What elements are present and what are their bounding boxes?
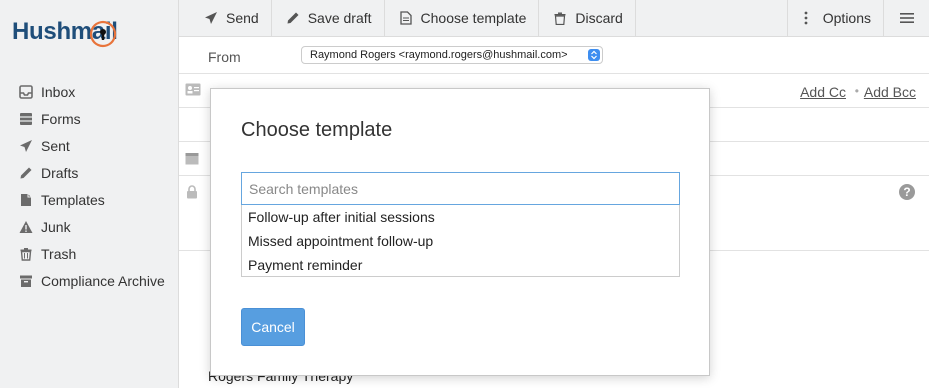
template-option[interactable]: Payment reminder xyxy=(242,253,679,277)
discard-button[interactable]: Discard xyxy=(539,0,636,36)
sidebar-item-compliance-archive[interactable]: Compliance Archive xyxy=(0,267,179,294)
sidebar-item-label: Drafts xyxy=(41,164,79,181)
discard-label: Discard xyxy=(575,10,623,26)
add-cc-link[interactable]: Add Cc xyxy=(800,84,846,100)
dialog-title: Choose template xyxy=(241,119,393,141)
document-icon xyxy=(398,10,414,26)
help-icon[interactable]: ? xyxy=(899,184,915,200)
sidebar-item-templates[interactable]: Templates xyxy=(0,186,179,213)
calendar-icon[interactable] xyxy=(185,152,199,165)
hamburger-icon xyxy=(899,13,914,23)
contact-card-icon[interactable] xyxy=(185,83,201,96)
separator-dot: • xyxy=(854,84,859,98)
hushmail-logo[interactable]: Hushmail xyxy=(12,14,118,50)
from-select[interactable]: Raymond Rogers <raymond.rogers@hushmail.… xyxy=(301,46,603,64)
send-button[interactable]: Send xyxy=(179,0,272,36)
sidebar-item-trash[interactable]: Trash xyxy=(0,240,179,267)
warning-icon xyxy=(18,219,34,235)
send-icon xyxy=(18,138,34,154)
sidebar: Hushmail Inbox Forms Sent Drafts Templat… xyxy=(0,0,179,388)
trash-icon xyxy=(552,10,568,26)
sidebar-item-forms[interactable]: Forms xyxy=(0,105,179,132)
sidebar-item-junk[interactable]: Junk xyxy=(0,213,179,240)
sidebar-item-label: Inbox xyxy=(41,83,76,100)
template-search-input[interactable] xyxy=(241,172,680,205)
from-label: From xyxy=(208,49,241,65)
send-label: Send xyxy=(226,10,259,26)
compose-toolbar: Send Save draft Choose template Discard … xyxy=(179,0,929,37)
from-row: From Raymond Rogers <raymond.rogers@hush… xyxy=(179,37,929,74)
template-option[interactable]: Follow-up after initial sessions xyxy=(242,205,679,229)
menu-button[interactable] xyxy=(884,0,929,36)
templates-icon xyxy=(18,192,34,208)
lock-icon xyxy=(187,185,197,199)
options-label: Options xyxy=(822,10,871,26)
choose-template-label: Choose template xyxy=(420,10,527,26)
save-draft-label: Save draft xyxy=(307,10,372,26)
send-icon xyxy=(203,10,219,26)
options-button[interactable]: Options xyxy=(786,0,884,36)
sidebar-item-label: Sent xyxy=(41,137,70,154)
template-list: Follow-up after initial sessions Missed … xyxy=(241,205,680,277)
sidebar-item-label: Compliance Archive xyxy=(41,272,165,289)
sidebar-item-sent[interactable]: Sent xyxy=(0,132,179,159)
logo-keyhole-icon xyxy=(89,20,116,47)
template-option[interactable]: Missed appointment follow-up xyxy=(242,229,679,253)
pencil-icon xyxy=(18,165,34,181)
from-value: Raymond Rogers <raymond.rogers@hushmail.… xyxy=(310,49,568,61)
pencil-icon xyxy=(285,10,301,26)
sidebar-item-inbox[interactable]: Inbox xyxy=(0,78,179,105)
sidebar-item-label: Templates xyxy=(41,191,105,208)
select-arrows-icon xyxy=(588,49,600,61)
choose-template-dialog: Choose template Follow-up after initial … xyxy=(210,88,710,376)
sidebar-item-drafts[interactable]: Drafts xyxy=(0,159,179,186)
cancel-button[interactable]: Cancel xyxy=(241,308,305,346)
sidebar-item-label: Junk xyxy=(41,218,71,235)
add-bcc-link[interactable]: Add Bcc xyxy=(864,84,916,100)
inbox-icon xyxy=(18,84,34,100)
vertical-dots-icon xyxy=(798,10,814,26)
sidebar-nav: Inbox Forms Sent Drafts Templates Junk T… xyxy=(0,78,179,294)
sidebar-item-label: Forms xyxy=(41,110,81,127)
sidebar-item-label: Trash xyxy=(41,245,77,262)
forms-icon xyxy=(18,111,34,127)
trash-icon xyxy=(18,246,34,262)
choose-template-button[interactable]: Choose template xyxy=(385,0,540,36)
save-draft-button[interactable]: Save draft xyxy=(272,0,385,36)
archive-icon xyxy=(18,273,34,289)
